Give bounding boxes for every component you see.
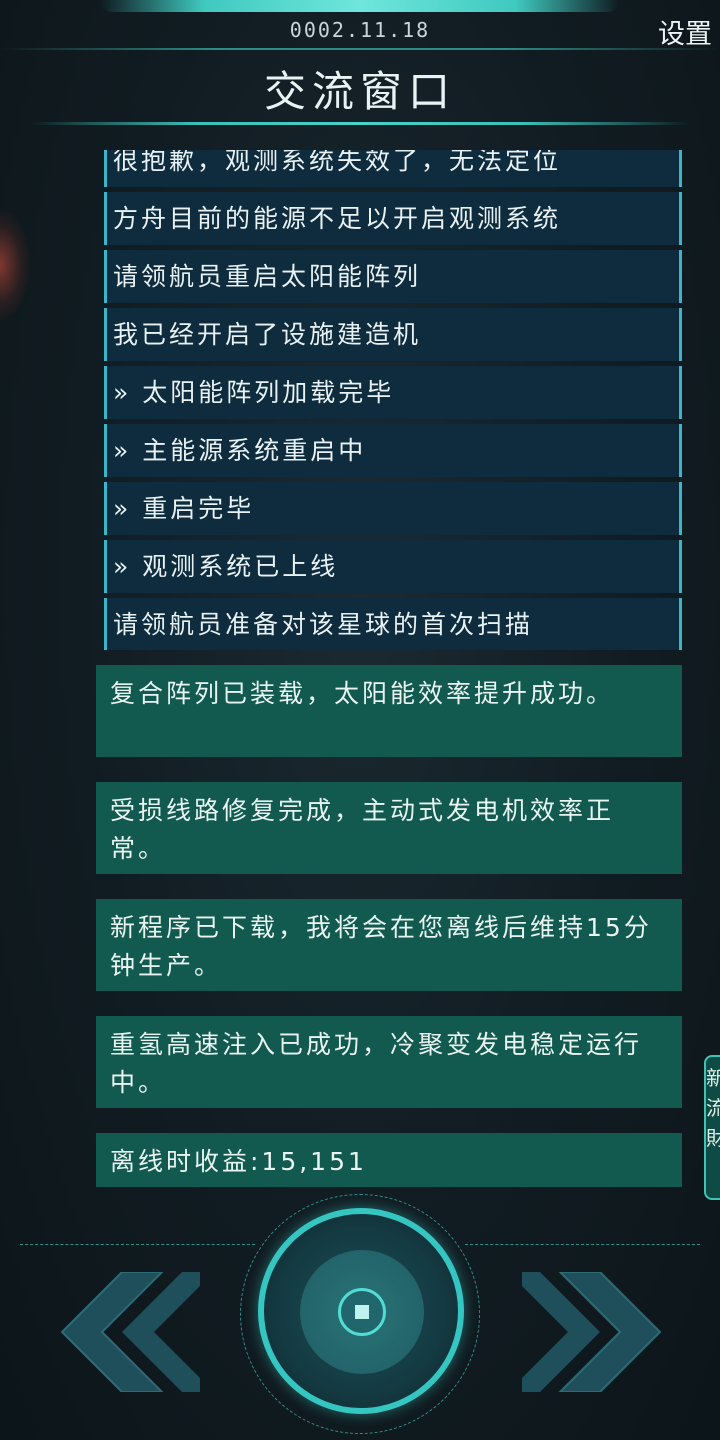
- log-row: » 主能源系统重启中: [104, 424, 682, 477]
- log-row: » 太阳能阵列加载完毕: [104, 366, 682, 419]
- side-panel-tab[interactable]: 新流財: [704, 1055, 720, 1200]
- left-dashed-line: [20, 1244, 255, 1245]
- center-button-icon: [355, 1305, 369, 1319]
- top-glow-decoration: [100, 0, 620, 12]
- log-row: » 观测系统已上线: [104, 540, 682, 593]
- communication-log[interactable]: 很抱歉，观测系统失效了，无法定位 方舟目前的能源不足以开启观测系统 请领航员重启…: [104, 150, 682, 650]
- message-card: 受损线路修复完成，主动式发电机效率正常。: [96, 782, 682, 874]
- log-row: 我已经开启了设施建造机: [104, 308, 682, 361]
- log-row: » 重启完毕: [104, 482, 682, 535]
- double-chevron-left-icon[interactable]: [30, 1272, 200, 1392]
- log-row: 请领航员准备对该星球的首次扫描: [104, 598, 682, 650]
- message-card: 复合阵列已装载，太阳能效率提升成功。: [96, 665, 682, 757]
- header-divider: [0, 48, 720, 50]
- title-divider: [30, 122, 690, 125]
- settings-button[interactable]: 设置: [658, 12, 712, 51]
- offline-earnings-card: 离线时收益:15,151: [96, 1133, 682, 1187]
- page-title: 交流窗口: [263, 67, 456, 116]
- right-dashed-line: [465, 1244, 700, 1245]
- message-card: 重氢高速注入已成功，冷聚变发电稳定运行中。: [96, 1016, 682, 1108]
- log-row: 请领航员重启太阳能阵列: [104, 250, 682, 303]
- message-card: 新程序已下载，我将会在您离线后维持15分钟生产。: [96, 899, 682, 991]
- left-glow-decoration: [0, 210, 30, 320]
- game-date: 0002.11.18: [289, 18, 431, 42]
- log-row: 方舟目前的能源不足以开启观测系统: [104, 192, 682, 245]
- double-chevron-right-icon[interactable]: [522, 1272, 692, 1392]
- log-row: 很抱歉，观测系统失效了，无法定位: [104, 150, 682, 187]
